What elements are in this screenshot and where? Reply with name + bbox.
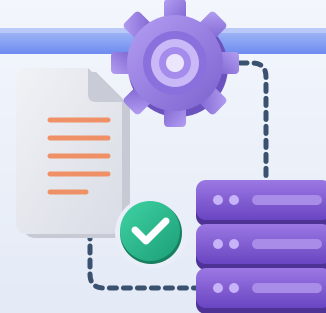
server-stack-icon [196, 180, 326, 313]
document-icon [16, 68, 130, 238]
illustration-canvas [0, 0, 326, 313]
server-unit [196, 224, 326, 270]
gear-icon [111, 0, 239, 127]
server-unit [196, 268, 326, 313]
checkmark-badge-icon [115, 197, 187, 269]
illustration [0, 0, 326, 313]
server-unit [196, 180, 326, 226]
